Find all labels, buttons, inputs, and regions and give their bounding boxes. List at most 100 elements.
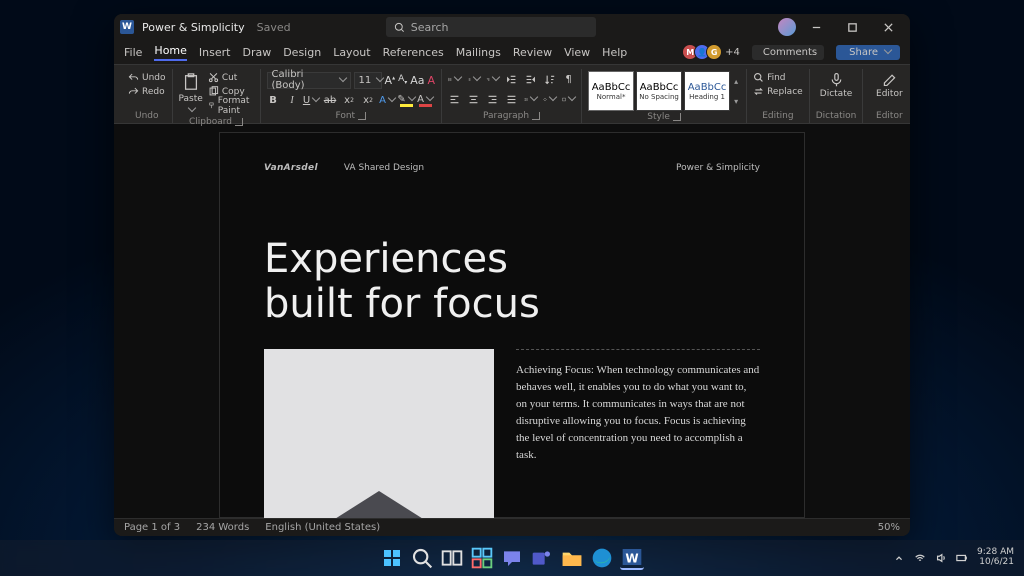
borders-button[interactable]	[562, 93, 575, 106]
decrease-indent-button[interactable]	[505, 73, 518, 86]
comments-button[interactable]: Comments	[752, 45, 824, 60]
shading-button[interactable]	[543, 93, 556, 106]
tab-references[interactable]: References	[383, 46, 444, 59]
change-case-button[interactable]: Aa	[410, 74, 424, 87]
word-logo-icon: W	[120, 20, 134, 34]
word-taskbar-icon[interactable]: W	[620, 546, 644, 570]
status-zoom[interactable]: 50%	[878, 522, 900, 533]
show-marks-button[interactable]: ¶	[562, 73, 575, 86]
line-spacing-button[interactable]	[524, 93, 537, 106]
clock[interactable]: 9:28 AM 10/6/21	[977, 548, 1014, 568]
tray-chevron-icon[interactable]	[893, 552, 905, 564]
tab-insert[interactable]: Insert	[199, 46, 231, 59]
minimize-button[interactable]	[802, 16, 832, 38]
strikethrough-button[interactable]: ab	[324, 94, 337, 107]
clipboard-launcher[interactable]	[235, 118, 243, 126]
group-paragraph: ¶ Paragraph	[442, 69, 582, 123]
multilevel-list-button[interactable]	[486, 73, 499, 86]
start-button[interactable]	[380, 546, 404, 570]
increase-indent-button[interactable]	[524, 73, 537, 86]
teams-icon[interactable]	[530, 546, 554, 570]
align-right-button[interactable]	[486, 93, 499, 106]
document-canvas[interactable]: VanArsdel VA Shared Design Power & Simpl…	[114, 124, 910, 518]
paste-icon	[182, 73, 200, 91]
highlight-button[interactable]: ✎	[400, 94, 413, 107]
cut-button[interactable]: Cut	[208, 71, 254, 84]
close-button[interactable]	[874, 16, 904, 38]
maximize-button[interactable]	[838, 16, 868, 38]
font-family-select[interactable]: Calibri (Body)	[267, 72, 351, 89]
text-effects-button[interactable]: A	[381, 94, 394, 107]
font-launcher[interactable]	[358, 112, 366, 120]
justify-button[interactable]	[505, 93, 518, 106]
increase-font-button[interactable]: A▴	[385, 74, 396, 87]
tab-mailings[interactable]: Mailings	[456, 46, 501, 59]
cut-icon	[208, 72, 219, 83]
volume-icon[interactable]	[935, 552, 947, 564]
doc-image[interactable]	[264, 349, 494, 518]
battery-icon[interactable]	[956, 552, 968, 564]
clock-date: 10/6/21	[979, 558, 1014, 568]
clear-format-button[interactable]: A	[428, 74, 436, 87]
align-left-button[interactable]	[448, 93, 461, 106]
search-input[interactable]: Search	[386, 17, 596, 37]
style-heading-1[interactable]: AaBbCcHeading 1	[684, 71, 730, 111]
redo-button[interactable]: Redo	[128, 85, 166, 98]
styles-launcher[interactable]	[673, 113, 681, 121]
status-page[interactable]: Page 1 of 3	[124, 522, 180, 533]
presence-avatars[interactable]: M 👤 G +4	[686, 44, 740, 60]
subscript-button[interactable]: x2	[343, 94, 356, 107]
paste-button[interactable]: Paste	[179, 71, 203, 116]
status-words[interactable]: 234 Words	[196, 522, 249, 533]
paragraph-launcher[interactable]	[532, 112, 540, 120]
style-normal[interactable]: AaBbCcNormal*	[588, 71, 634, 111]
edge-icon[interactable]	[590, 546, 614, 570]
find-button[interactable]: Find	[753, 71, 803, 84]
taskbar-search-button[interactable]	[410, 546, 434, 570]
bold-button[interactable]: B	[267, 94, 280, 107]
task-view-button[interactable]	[440, 546, 464, 570]
numbering-button[interactable]	[467, 73, 480, 86]
font-color-button[interactable]: A	[419, 94, 432, 107]
tab-layout[interactable]: Layout	[333, 46, 370, 59]
format-painter-button[interactable]: Format Paint	[208, 99, 254, 112]
share-button[interactable]: Share	[836, 45, 900, 60]
group-label-paragraph: Paragraph	[483, 111, 529, 121]
replace-button[interactable]: Replace	[753, 85, 803, 98]
dictate-button[interactable]: Dictate	[816, 71, 856, 99]
tab-file[interactable]: File	[124, 46, 142, 59]
tab-review[interactable]: Review	[513, 46, 552, 59]
tab-help[interactable]: Help	[602, 46, 627, 59]
chat-button[interactable]	[500, 546, 524, 570]
ribbon-tabs: File Home Insert Draw Design Layout Refe…	[114, 40, 910, 64]
font-size-select[interactable]: 11	[354, 72, 382, 89]
status-language[interactable]: English (United States)	[265, 522, 380, 533]
undo-button[interactable]: Undo	[128, 71, 166, 84]
explorer-icon[interactable]	[560, 546, 584, 570]
widgets-button[interactable]	[470, 546, 494, 570]
bullets-button[interactable]	[448, 73, 461, 86]
superscript-button[interactable]: x2	[362, 94, 375, 107]
group-font: Calibri (Body) 11 A▴ A▾ Aa A B I U ab x2…	[261, 69, 443, 123]
italic-button[interactable]: I	[286, 94, 299, 107]
underline-button[interactable]: U	[305, 94, 318, 107]
align-center-button[interactable]	[467, 93, 480, 106]
decrease-font-button[interactable]: A▾	[398, 74, 407, 86]
tab-view[interactable]: View	[564, 46, 590, 59]
tab-draw[interactable]: Draw	[242, 46, 271, 59]
tab-home[interactable]: Home	[154, 44, 186, 61]
doc-body-text[interactable]: Achieving Focus: When technology communi…	[516, 362, 760, 464]
group-label-undo: Undo	[135, 110, 159, 123]
editor-button[interactable]: Editor	[869, 71, 909, 99]
group-label-editor: Editor	[876, 110, 903, 123]
doc-heading[interactable]: Experiences built for focus	[264, 237, 760, 327]
document-page[interactable]: VanArsdel VA Shared Design Power & Simpl…	[219, 132, 805, 518]
user-avatar[interactable]	[778, 18, 796, 36]
search-placeholder: Search	[411, 21, 449, 34]
sort-button[interactable]	[543, 73, 556, 86]
style-no-spacing[interactable]: AaBbCcNo Spacing	[636, 71, 682, 111]
doc-body-column[interactable]: Achieving Focus: When technology communi…	[516, 349, 760, 518]
wifi-icon[interactable]	[914, 552, 926, 564]
styles-gallery-expand[interactable]: ▴▾	[732, 71, 740, 111]
tab-design[interactable]: Design	[283, 46, 321, 59]
